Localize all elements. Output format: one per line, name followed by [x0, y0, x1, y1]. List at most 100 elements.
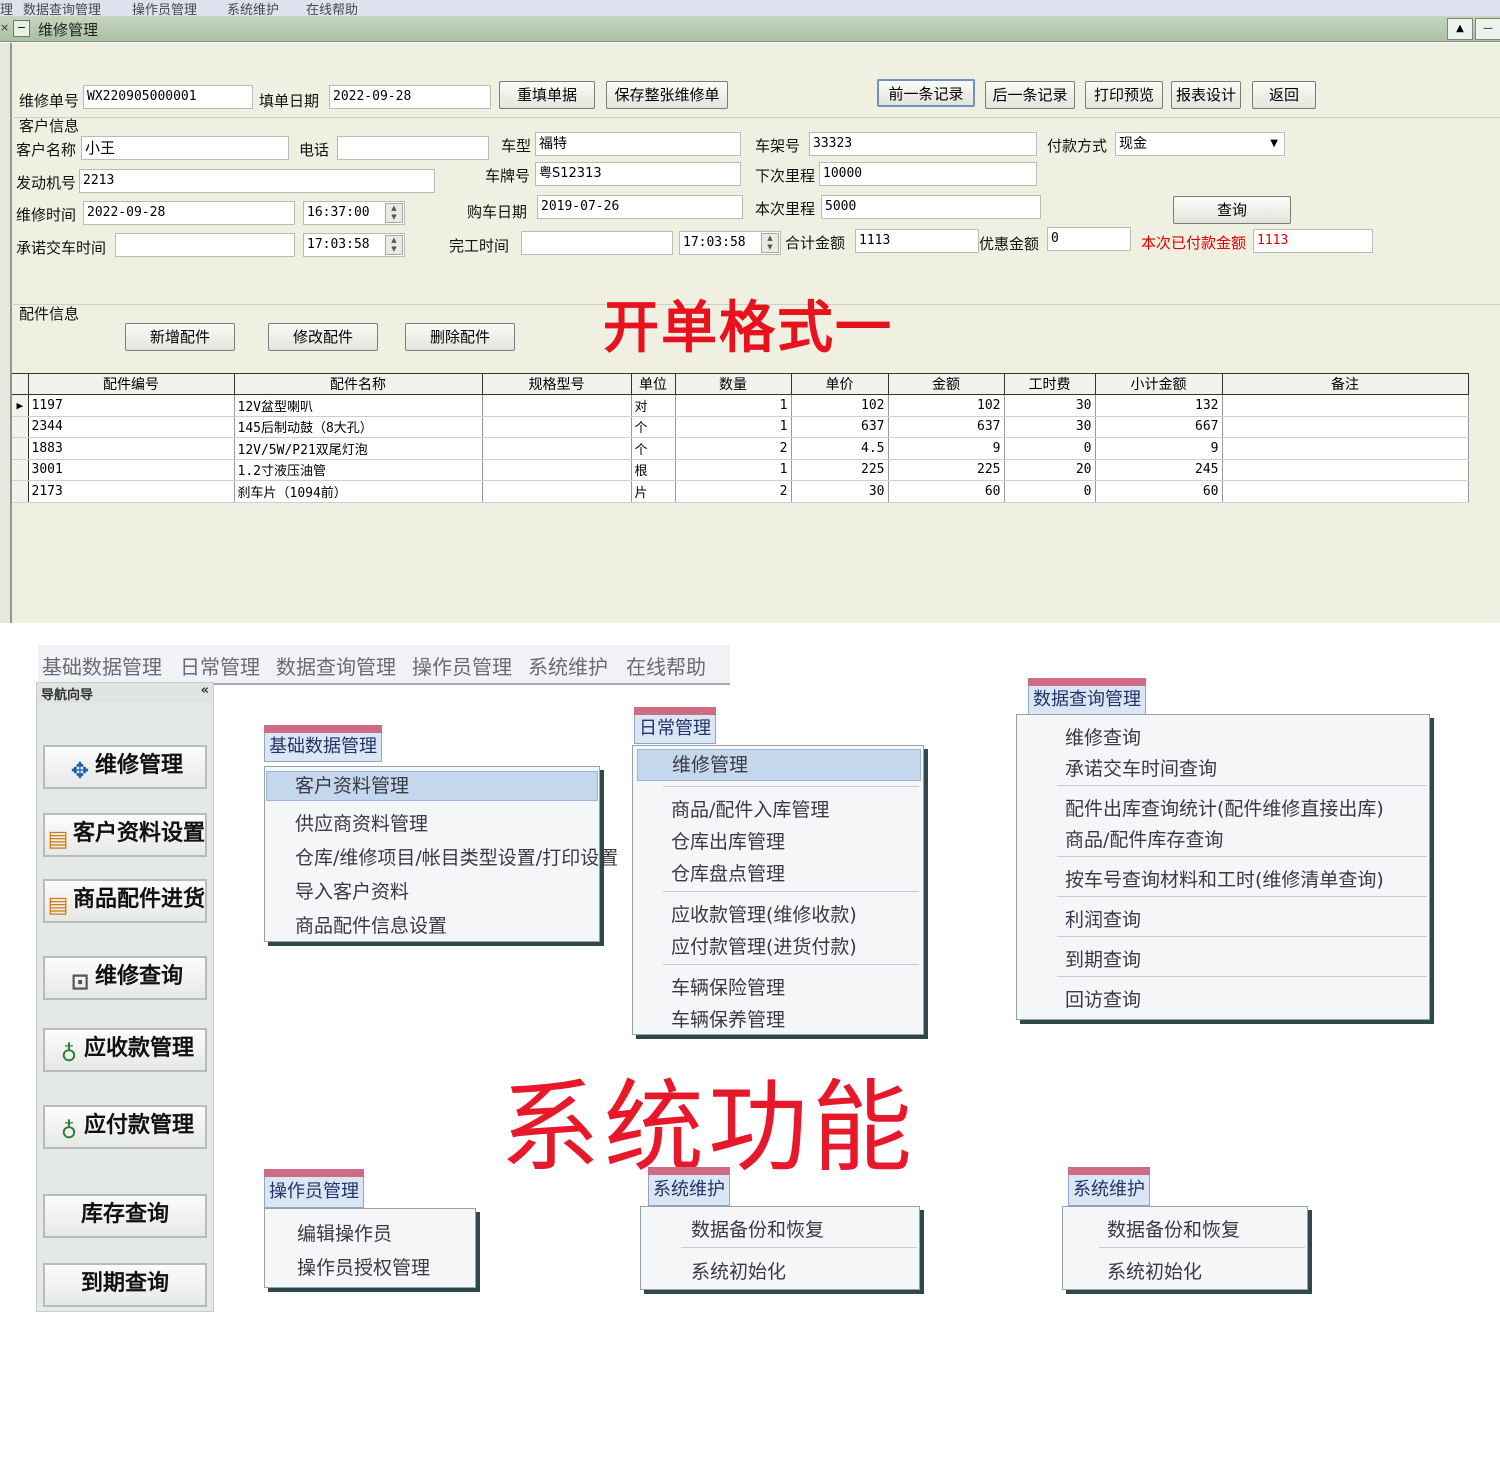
column-header[interactable]: 配件编号 [28, 373, 235, 395]
finish-time-spinner[interactable]: ▲ ▼ [761, 233, 779, 253]
close-icon[interactable]: × [0, 21, 9, 35]
promise-time-spinner[interactable]: ▲ ▼ [385, 235, 403, 255]
table-cell[interactable] [482, 459, 632, 481]
menu-daily[interactable]: 日常管理 [180, 651, 260, 680]
table-cell[interactable]: 1197 [28, 394, 235, 417]
table-cell[interactable] [482, 480, 632, 503]
table-cell[interactable] [1222, 459, 1469, 481]
collapse-icon[interactable]: « [201, 683, 209, 698]
nav-repair-management[interactable]: ✥ 维修管理 [43, 745, 207, 789]
table-cell[interactable]: 102 [888, 394, 1005, 417]
menu-item[interactable]: 操作员授权管理 [297, 1253, 430, 1280]
menu-item[interactable]: 利润查询 [1065, 905, 1141, 932]
menu-item[interactable]: 承诺交车时间查询 [1065, 754, 1217, 781]
table-cell[interactable] [482, 416, 632, 438]
customer-name-field[interactable]: 小王 [81, 136, 289, 160]
row-indicator[interactable] [12, 459, 29, 481]
menu-item[interactable]: 系统初始化 [1107, 1257, 1202, 1284]
table-cell[interactable]: 102 [791, 394, 889, 417]
table-row[interactable]: ▶ 1197 12V盆型喇叭对 1 102 102 30 132 [12, 394, 1469, 417]
buy-date-field[interactable]: 2019-07-26 [537, 195, 743, 219]
table-cell[interactable]: 对 [631, 394, 676, 417]
frame-field[interactable]: 33323 [809, 132, 1037, 156]
menu-basic-head[interactable]: 基础数据管理 [264, 725, 382, 762]
table-cell[interactable]: 30 [791, 480, 889, 503]
table-cell[interactable]: 1 [675, 394, 792, 417]
menu-data-query[interactable]: 数据查询管理 [276, 651, 396, 680]
menu-item[interactable]: 商品配件信息设置 [295, 911, 447, 938]
table-cell[interactable]: 根 [631, 459, 676, 481]
table-cell[interactable]: 132 [1095, 394, 1223, 417]
table-cell[interactable]: 9 [1095, 437, 1223, 460]
table-cell[interactable] [1222, 394, 1469, 417]
table-cell[interactable]: 2 [675, 480, 792, 503]
table-cell[interactable]: 4.5 [791, 437, 889, 460]
table-cell[interactable]: 2344 [28, 416, 235, 438]
menu-item[interactable]: 编辑操作员 [297, 1219, 392, 1246]
menu-item[interactable]: 客户资料管理 [266, 771, 598, 801]
table-cell[interactable]: 225 [888, 459, 1005, 481]
nav-repair-query[interactable]: ⊡ 维修查询 [43, 956, 207, 1000]
table-cell[interactable] [1222, 437, 1469, 460]
table-cell[interactable]: 0 [1004, 480, 1096, 503]
engine-no-field[interactable]: 2213 [79, 169, 435, 193]
menu-item-cut[interactable]: 理 [0, 0, 13, 16]
table-row[interactable]: 2173 刹车片（1094前）片 2 30 60 0 60 [12, 480, 1469, 503]
menu-item[interactable]: 仓库/维修项目/帐目类型设置/打印设置 [295, 843, 618, 870]
table-cell[interactable]: 667 [1095, 416, 1223, 438]
menu-item[interactable]: 应收款管理(维修收款) [671, 900, 857, 927]
table-cell[interactable]: 个 [631, 416, 676, 438]
delete-part-button[interactable]: 删除配件 [405, 323, 515, 351]
dropdown-arrow-icon[interactable]: ▼ [1270, 133, 1278, 155]
phone-field[interactable] [337, 136, 489, 160]
restore-button[interactable]: ▲ [1447, 18, 1473, 40]
table-cell[interactable]: 1 [675, 416, 792, 438]
table-row[interactable]: 3001 1.2寸液压油管根 1 225 225 20 245 [12, 459, 1469, 481]
table-cell[interactable]: 刹车片（1094前） [234, 480, 483, 503]
table-cell[interactable]: 1 [675, 459, 792, 481]
menu-operator[interactable]: 操作员管理 [412, 651, 512, 680]
column-header[interactable]: 单价 [791, 373, 889, 395]
menu-help[interactable]: 在线帮助 [626, 651, 706, 680]
table-cell[interactable]: 3001 [28, 459, 235, 481]
table-cell[interactable]: 30 [1004, 416, 1096, 438]
menu-item[interactable]: 仓库盘点管理 [671, 859, 785, 886]
finish-date-field[interactable] [521, 231, 673, 255]
menu-item[interactable]: 商品/配件库存查询 [1065, 825, 1223, 852]
repair-time-spinner[interactable]: ▲ ▼ [385, 203, 403, 223]
column-header[interactable]: 配件名称 [234, 373, 483, 395]
table-cell[interactable]: 0 [1004, 437, 1096, 460]
menu-item[interactable]: 到期查询 [1065, 945, 1141, 972]
table-cell[interactable] [482, 437, 632, 460]
total-field[interactable]: 1113 [855, 229, 979, 253]
menu-system-head[interactable]: 系统维护 [1068, 1167, 1150, 1206]
menu-item[interactable]: 按车号查询材料和工时(维修清单查询) [1065, 865, 1384, 892]
table-cell[interactable]: 个 [631, 437, 676, 460]
table-cell[interactable]: 225 [791, 459, 889, 481]
add-part-button[interactable]: 新增配件 [125, 323, 235, 351]
refill-button[interactable]: 重填单据 [499, 81, 595, 109]
table-cell[interactable]: 245 [1095, 459, 1223, 481]
menu-system-head[interactable]: 系统维护 [648, 1167, 730, 1206]
menu-query-head[interactable]: 数据查询管理 [1028, 678, 1146, 715]
repair-date-field[interactable]: 2022-09-28 [83, 201, 295, 225]
nav-receivables[interactable]: ♁ 应收款管理 [43, 1028, 207, 1072]
menu-item[interactable]: 仓库出库管理 [671, 827, 785, 854]
menu-operator-head[interactable]: 操作员管理 [264, 1169, 364, 1208]
print-preview-button[interactable]: 打印预览 [1085, 81, 1163, 109]
next-record-button[interactable]: 后一条记录 [985, 81, 1075, 109]
table-cell[interactable]: 60 [888, 480, 1005, 503]
menu-item-data-query[interactable]: 数据查询管理 [23, 0, 101, 16]
next-km-field[interactable]: 10000 [819, 162, 1037, 186]
column-header[interactable]: 工时费 [1004, 373, 1096, 395]
table-cell[interactable]: 637 [888, 416, 1005, 438]
table-cell[interactable]: 9 [888, 437, 1005, 460]
table-cell[interactable]: 637 [791, 416, 889, 438]
promise-date-field[interactable] [115, 233, 295, 257]
menu-item[interactable]: 车辆保养管理 [671, 1005, 785, 1032]
table-row[interactable]: 1883 12V/5W/P21双尾灯泡个 2 4.5 9 0 9 [12, 437, 1469, 460]
column-header[interactable]: 小计金额 [1095, 373, 1223, 395]
pay-method-select[interactable]: 现金 ▼ [1115, 132, 1285, 156]
menu-item[interactable]: 数据备份和恢复 [1107, 1215, 1240, 1242]
row-indicator[interactable] [12, 480, 29, 503]
